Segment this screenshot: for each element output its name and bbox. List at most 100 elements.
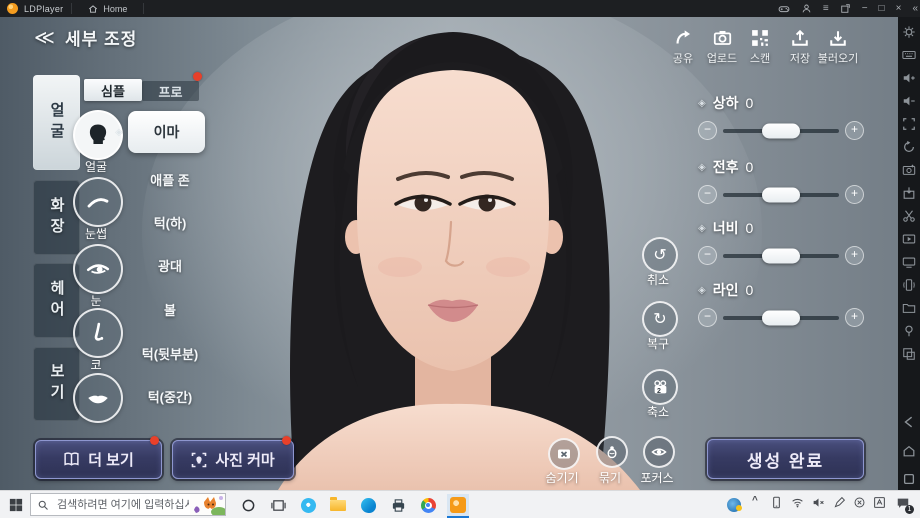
slider-track[interactable] — [723, 187, 839, 202]
part-jaw-back[interactable]: 턱(뒷부분) — [118, 344, 222, 363]
hide-ui-button[interactable] — [548, 438, 580, 470]
photo-custom-button[interactable]: 사진 커마 — [172, 440, 294, 479]
ldplayer-taskbar-icon[interactable] — [447, 494, 469, 516]
android-home-icon[interactable] — [902, 444, 916, 458]
undo-button[interactable]: ↺ — [642, 237, 678, 273]
screenshot-icon[interactable] — [902, 163, 916, 177]
minimize-button[interactable]: − — [862, 0, 868, 17]
feature-eyebrow-button[interactable] — [73, 177, 123, 227]
minus-button[interactable]: − — [698, 185, 717, 204]
shared-folder-icon[interactable] — [902, 301, 916, 315]
load-label: 불러오기 — [817, 53, 859, 65]
slider-line-label: 라인 — [712, 282, 739, 298]
install-apk-icon[interactable] — [902, 186, 916, 200]
volume-down-icon[interactable] — [902, 94, 916, 108]
chrome-icon[interactable] — [417, 494, 439, 516]
menu-icon[interactable]: ≡ — [823, 0, 829, 17]
collapse-sidebar-icon[interactable]: « — [912, 0, 918, 17]
part-applezone[interactable]: 애플 존 — [118, 170, 222, 189]
slider-group-frontback: ◈ 전후 0 − + — [698, 157, 864, 204]
tie-hair-button[interactable] — [596, 436, 628, 468]
tab-home[interactable]: Home — [80, 0, 135, 17]
shake-icon[interactable] — [902, 278, 916, 292]
tray-eject-icon[interactable] — [853, 496, 866, 509]
part-chin-lower[interactable]: 턱(하) — [118, 213, 222, 232]
tray-phone-icon[interactable] — [770, 496, 783, 509]
settings-icon[interactable] — [902, 25, 916, 39]
internet-explorer-icon[interactable] — [297, 494, 319, 516]
part-forehead-button[interactable]: 이마 — [128, 111, 205, 153]
tab-face[interactable]: 얼굴 — [33, 75, 80, 170]
notification-dot — [150, 436, 159, 445]
plus-button[interactable]: + — [845, 308, 864, 327]
tab-makeup[interactable]: 화장 — [33, 180, 80, 255]
part-cheek[interactable]: 볼 — [118, 300, 222, 319]
tray-volume-muted-icon[interactable] — [812, 496, 825, 509]
virtual-location-icon[interactable] — [902, 324, 916, 338]
task-view-icon[interactable] — [267, 494, 289, 516]
load-button[interactable]: 불러오기 — [806, 25, 870, 66]
load-icon — [806, 25, 870, 47]
back-icon[interactable]: ≪ — [34, 28, 55, 48]
complete-button[interactable]: 생성 완료 — [707, 439, 864, 479]
android-recent-icon[interactable] — [902, 472, 916, 486]
android-back-icon[interactable] — [902, 415, 916, 429]
fullscreen-icon[interactable] — [902, 117, 916, 131]
slider-track[interactable] — [723, 248, 839, 263]
restore-button[interactable]: ↻ — [642, 301, 678, 337]
feature-eye-button[interactable] — [73, 244, 123, 294]
file-explorer-icon[interactable] — [327, 494, 349, 516]
edge-icon[interactable] — [357, 494, 379, 516]
slider-thumb[interactable] — [762, 310, 800, 325]
slider-thumb[interactable] — [762, 187, 800, 202]
feature-mouth-button[interactable] — [73, 373, 123, 423]
close-button[interactable]: × — [896, 0, 902, 17]
slider-thumb[interactable] — [762, 248, 800, 263]
screen-record-icon[interactable] — [902, 232, 916, 246]
tab-simple[interactable]: 심플 — [84, 79, 142, 101]
tray-network-icon[interactable] — [791, 496, 804, 509]
slider-track[interactable] — [723, 310, 839, 325]
part-cheekbone[interactable]: 광대 — [118, 256, 222, 275]
scissors-icon[interactable] — [902, 209, 916, 223]
plus-button[interactable]: + — [845, 246, 864, 265]
account-icon[interactable] — [801, 3, 812, 14]
notification-dot — [193, 72, 202, 81]
page-header: ≪ 세부 조정 — [34, 25, 137, 50]
shrink-label: 축소 — [646, 405, 670, 419]
tray-pen-icon[interactable] — [833, 496, 846, 509]
page-title: 세부 조정 — [64, 30, 138, 49]
plus-button[interactable]: + — [845, 185, 864, 204]
keyboard-mapping-icon[interactable] — [902, 48, 916, 62]
focus-button[interactable] — [643, 436, 675, 468]
connector-diamond-icon: ◈ — [115, 127, 123, 138]
feature-nose-button[interactable] — [73, 308, 123, 358]
rotate-screen-icon[interactable] — [902, 140, 916, 154]
start-button[interactable] — [9, 498, 23, 512]
minus-button[interactable]: − — [698, 121, 717, 140]
slider-thumb[interactable] — [762, 123, 800, 138]
tray-chevron-icon[interactable]: ^ — [752, 495, 758, 506]
slider-frontback-label: 전후 — [712, 159, 739, 175]
printer-icon[interactable] — [387, 494, 409, 516]
part-jaw-middle[interactable]: 턱(중간) — [118, 387, 222, 406]
volume-up-icon[interactable] — [902, 71, 916, 85]
slider-width-value: 0 — [745, 220, 754, 236]
tab-pro[interactable]: 프로 — [142, 81, 199, 101]
multi-instance-icon[interactable] — [902, 347, 916, 361]
search-icon — [37, 499, 49, 511]
maximize-button[interactable]: □ — [879, 0, 885, 17]
cortana-icon[interactable] — [237, 494, 259, 516]
gamepad-icon[interactable] — [778, 3, 790, 15]
tray-ime-icon[interactable] — [873, 496, 886, 509]
minus-button[interactable]: − — [698, 246, 717, 265]
plus-button[interactable]: + — [845, 121, 864, 140]
hide-icon — [556, 446, 572, 462]
popout-icon[interactable] — [840, 3, 851, 14]
video-icon[interactable] — [902, 255, 916, 269]
more-button[interactable]: 더 보기 — [35, 440, 162, 479]
slider-line-value: 0 — [745, 282, 754, 298]
shrink-button[interactable]: 2 — [642, 369, 678, 405]
slider-track[interactable] — [723, 123, 839, 138]
minus-button[interactable]: − — [698, 308, 717, 327]
